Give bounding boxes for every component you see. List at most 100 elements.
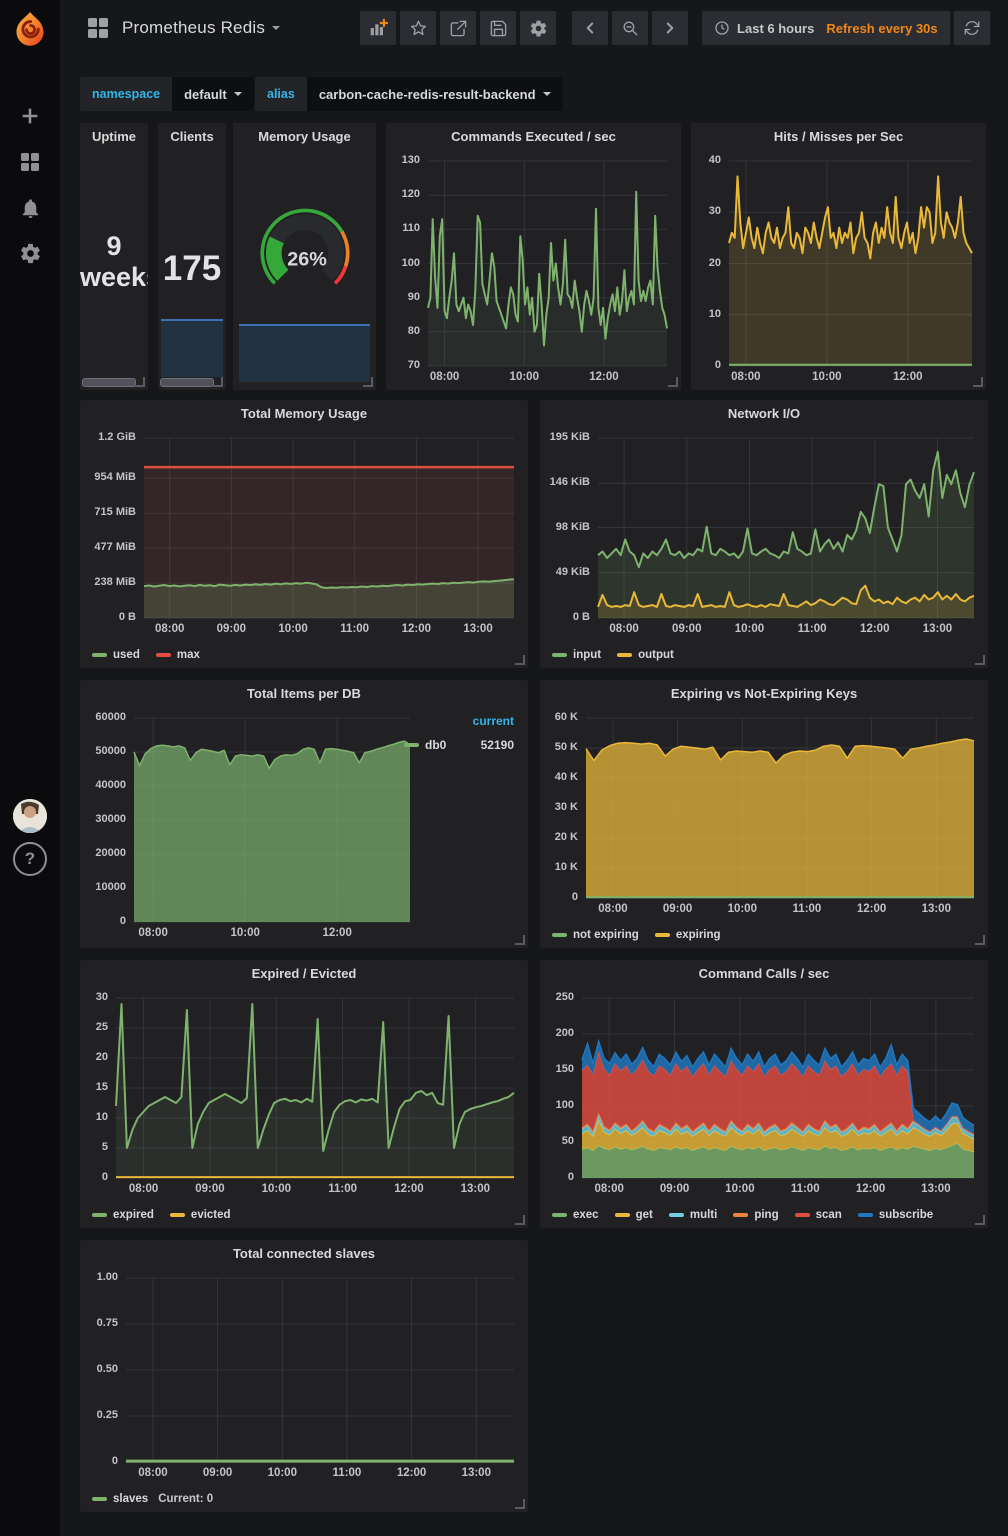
x-axis-tick-label: 08:00 — [594, 623, 654, 635]
legend-item[interactable]: get — [615, 1209, 653, 1221]
panel-resize-handle[interactable] — [515, 655, 525, 665]
x-axis-tick-label: 12:00 — [845, 623, 905, 635]
x-axis-tick-label: 11:00 — [313, 1183, 373, 1195]
clients-sparkline — [161, 319, 223, 377]
panel-title[interactable]: Expiring vs Not-Expiring Keys — [540, 680, 988, 708]
legend-item[interactable]: expired — [92, 1209, 154, 1221]
star-button[interactable] — [400, 11, 436, 45]
legend-swatch — [858, 1213, 873, 1217]
graph-plot-area[interactable]: 010 K20 K30 K40 K50 K60 K08:0009:0010:00… — [540, 708, 988, 922]
graph-plot-area[interactable]: 0 B49 KiB98 KiB146 KiB195 KiB08:0009:001… — [540, 428, 988, 642]
panel-resize-handle[interactable] — [515, 1215, 525, 1225]
legend-swatch — [170, 1213, 185, 1217]
title-caret-icon[interactable] — [272, 26, 280, 30]
panel-title[interactable]: Total connected slaves — [80, 1240, 528, 1268]
graph-plot-area[interactable]: 01020304008:0010:0012:00 — [691, 151, 986, 390]
legend-item[interactable]: scan — [795, 1209, 842, 1221]
panel-resize-handle[interactable] — [363, 377, 373, 387]
panel-resize-handle[interactable] — [213, 377, 223, 387]
graph-plot-area[interactable]: 0 B238 MiB477 MiB715 MiB954 MiB1.2 GiB08… — [80, 428, 528, 642]
horizontal-scrollbar[interactable] — [82, 378, 136, 387]
panel-resize-handle[interactable] — [975, 655, 985, 665]
y-axis-tick-label: 0 — [80, 1455, 118, 1467]
graph-plot-area[interactable]: 05101520253008:0009:0010:0011:0012:0013:… — [80, 988, 528, 1202]
panel-title[interactable]: Total Items per DB — [80, 680, 528, 708]
add-panel-button[interactable] — [360, 11, 396, 45]
graph-legend: current db0 52190 — [404, 714, 514, 752]
panel-resize-handle[interactable] — [668, 377, 678, 387]
grafana-logo[interactable] — [0, 8, 60, 52]
user-avatar[interactable] — [0, 796, 60, 836]
panel-resize-handle[interactable] — [515, 935, 525, 945]
y-axis-tick-label: 0.50 — [80, 1363, 118, 1375]
legend-item[interactable]: evicted — [170, 1209, 231, 1221]
y-axis-tick-label: 0 — [691, 359, 721, 371]
legend-item[interactable]: not expiring — [552, 929, 639, 941]
panel-title[interactable]: Total Memory Usage — [80, 400, 528, 428]
graph-plot-area[interactable]: 70809010011012013008:0010:0012:00 — [386, 151, 681, 390]
zoom-out-button[interactable] — [612, 11, 648, 45]
panel-resize-handle[interactable] — [975, 1215, 985, 1225]
panel-resize-handle[interactable] — [135, 377, 145, 387]
legend-item[interactable]: subscribe — [858, 1209, 933, 1221]
y-axis-tick-label: 715 MiB — [80, 506, 136, 518]
y-axis-tick-label: 10 — [80, 1111, 108, 1123]
help-icon[interactable]: ? — [0, 842, 60, 876]
graph-plot-area[interactable]: 05010015020025008:0009:0010:0011:0012:00… — [540, 988, 988, 1202]
y-axis-tick-label: 10 — [691, 308, 721, 320]
panel-settings-button[interactable] — [520, 11, 556, 45]
time-range-picker[interactable]: Last 6 hours Refresh every 30s — [702, 11, 950, 45]
dashboards-icon[interactable] — [0, 146, 60, 178]
refresh-button[interactable] — [954, 11, 990, 45]
panel-command-calls: Command Calls / sec 05010015020025008:00… — [540, 960, 988, 1228]
dashboard-picker-icon[interactable] — [88, 18, 108, 38]
legend-current-header[interactable]: current — [404, 714, 514, 728]
alerting-bell-icon[interactable] — [0, 192, 60, 224]
legend-item[interactable]: slavesCurrent: 0 — [92, 1493, 213, 1505]
panel-title[interactable]: Command Calls / sec — [540, 960, 988, 988]
legend-item[interactable]: max — [156, 649, 200, 661]
refresh-interval-label: Refresh every 30s — [826, 21, 937, 36]
panel-expiring-keys: Expiring vs Not-Expiring Keys 010 K20 K3… — [540, 680, 988, 948]
horizontal-scrollbar[interactable] — [160, 378, 214, 387]
y-axis-tick-label: 50 K — [540, 741, 578, 753]
namespace-dropdown[interactable]: default — [172, 77, 254, 111]
legend-swatch — [733, 1213, 748, 1217]
time-forward-button[interactable] — [652, 11, 688, 45]
legend-item[interactable]: ping — [733, 1209, 778, 1221]
panel-title[interactable]: Commands Executed / sec — [386, 123, 681, 151]
panel-title[interactable]: Memory Usage — [233, 123, 376, 151]
x-axis-tick-label: 12:00 — [379, 1183, 439, 1195]
settings-gear-icon[interactable] — [0, 237, 60, 269]
save-button[interactable] — [480, 11, 516, 45]
panel-resize-handle[interactable] — [975, 935, 985, 945]
y-axis-tick-label: 49 KiB — [540, 566, 590, 578]
svg-text:26%: 26% — [287, 249, 327, 271]
dashboard-title[interactable]: Prometheus Redis — [122, 18, 265, 38]
legend-item[interactable]: db0 52190 — [404, 738, 514, 752]
panel-resize-handle[interactable] — [973, 377, 983, 387]
y-axis-tick-label: 40000 — [80, 779, 126, 791]
share-button[interactable] — [440, 11, 476, 45]
legend-item[interactable]: output — [617, 649, 674, 661]
panel-title[interactable]: Hits / Misses per Sec — [691, 123, 986, 151]
x-axis-tick-label: 13:00 — [446, 1467, 506, 1479]
alias-dropdown[interactable]: carbon-cache-redis-result-backend — [307, 77, 563, 111]
y-axis-tick-label: 0 — [540, 891, 578, 903]
graph-plot-area[interactable]: 00.250.500.751.0008:0009:0010:0011:0012:… — [80, 1268, 528, 1486]
add-icon[interactable] — [0, 100, 60, 132]
panel-title[interactable]: Expired / Evicted — [80, 960, 528, 988]
panel-title[interactable]: Clients — [158, 123, 226, 151]
time-back-button[interactable] — [572, 11, 608, 45]
legend-item[interactable]: exec — [552, 1209, 599, 1221]
legend-item[interactable]: multi — [669, 1209, 717, 1221]
legend-item[interactable]: expiring — [655, 929, 721, 941]
panel-resize-handle[interactable] — [515, 1499, 525, 1509]
legend-item[interactable]: input — [552, 649, 601, 661]
x-axis-tick-label: 13:00 — [907, 623, 967, 635]
grafana-dashboard: ? Prometheus Redis — [0, 0, 1008, 1536]
panel-title[interactable]: Uptime — [80, 123, 148, 151]
panel-title[interactable]: Network I/O — [540, 400, 988, 428]
legend-item[interactable]: used — [92, 649, 140, 661]
y-axis-tick-label: 60000 — [80, 711, 126, 723]
